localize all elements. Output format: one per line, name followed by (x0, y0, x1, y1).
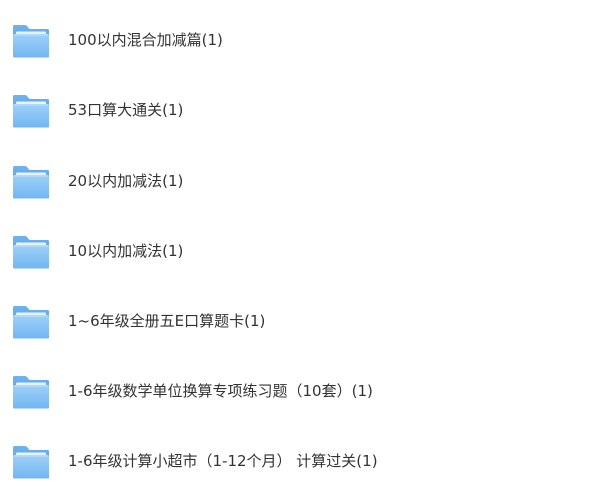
folder-icon (11, 444, 51, 480)
folder-label: 10以内加减法(1) (68, 242, 184, 260)
folder-label: 1-6年级数学单位换算专项练习题（10套）(1) (68, 382, 373, 400)
folder-icon (11, 164, 51, 200)
folder-icon (11, 304, 51, 340)
folder-label: 100以内混合加减篇(1) (68, 31, 223, 49)
folder-label: 1-6年级计算小超市（1-12个月） 计算过关(1) (68, 452, 378, 470)
folder-item-4[interactable]: 10以内加减法(1) (0, 234, 593, 294)
folder-label: 20以内加减法(1) (68, 172, 184, 190)
folder-item-6[interactable]: 1-6年级数学单位换算专项练习题（10套）(1) (0, 374, 593, 434)
folder-item-2[interactable]: 53口算大通关(1) (0, 93, 593, 153)
folder-item-7[interactable]: 1-6年级计算小超市（1-12个月） 计算过关(1) (0, 444, 593, 504)
folder-label: 53口算大通关(1) (68, 101, 184, 119)
folder-icon (11, 234, 51, 270)
folder-label: 1~6年级全册五E口算题卡(1) (68, 312, 266, 330)
folder-item-5[interactable]: 1~6年级全册五E口算题卡(1) (0, 304, 593, 364)
folder-item-3[interactable]: 20以内加减法(1) (0, 164, 593, 224)
folder-icon (11, 23, 51, 59)
folder-item-1[interactable]: 100以内混合加减篇(1) (0, 23, 593, 83)
folder-icon (11, 374, 51, 410)
folder-icon (11, 93, 51, 129)
folder-list: 100以内混合加减篇(1) 53口算大通关(1) 20以内加减法(1) 10以内… (0, 0, 593, 504)
